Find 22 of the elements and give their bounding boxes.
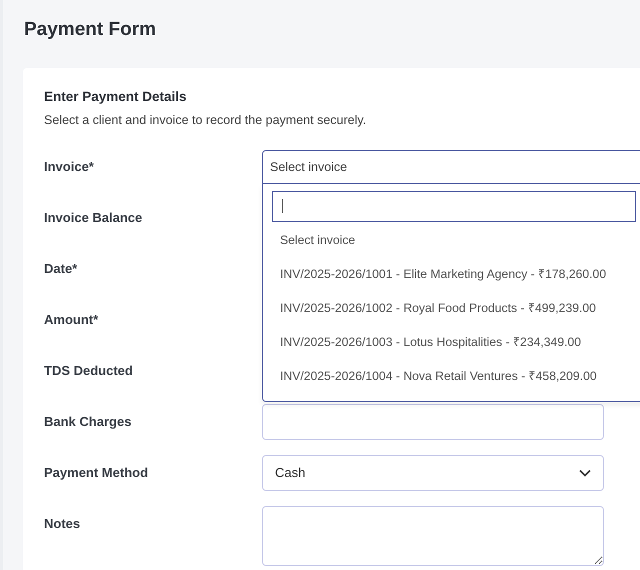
field-label: Amount* xyxy=(44,312,100,327)
field-label: Payment Method xyxy=(44,465,150,480)
dropdown-option[interactable]: INV/2025-2026/1004 - Nova Retail Ventures - ₹458,209.00 xyxy=(272,358,640,392)
page-title: Payment Form xyxy=(23,18,157,42)
section-heading: Enter Payment Details xyxy=(44,88,188,106)
notes-field[interactable] xyxy=(262,506,604,566)
field-label: Notes xyxy=(44,516,82,531)
payment-method-select[interactable]: Cash xyxy=(262,454,604,490)
dropdown-option[interactable]: Select invoice xyxy=(272,222,640,256)
field-label: Invoice* xyxy=(44,159,95,174)
dropdown-option[interactable]: INV/2025-2026/1001 - Elite Marketing Agency - ₹178,260.00 xyxy=(272,256,640,290)
invoice-select[interactable]: Select invoice xyxy=(262,150,640,184)
dropdown-option[interactable]: INV/2025-2026/1002 - Royal Food Products - ₹499,239.00 xyxy=(272,290,640,324)
field-label: Invoice Balance xyxy=(44,210,144,225)
field-label: Date* xyxy=(44,261,78,276)
search-field[interactable] xyxy=(272,190,636,222)
input-field[interactable] xyxy=(262,404,604,440)
section-subtitle: Select a client and invoice to record the payment securely. xyxy=(44,112,368,128)
field-label: Bank Charges xyxy=(44,414,132,429)
dropdown-option[interactable]: INV/2025-2026/1003 - Lotus Hospitalities - ₹234,349.00 xyxy=(272,324,640,358)
chevron-down-icon xyxy=(579,468,591,476)
field-label: TDS Deducted xyxy=(44,363,134,378)
